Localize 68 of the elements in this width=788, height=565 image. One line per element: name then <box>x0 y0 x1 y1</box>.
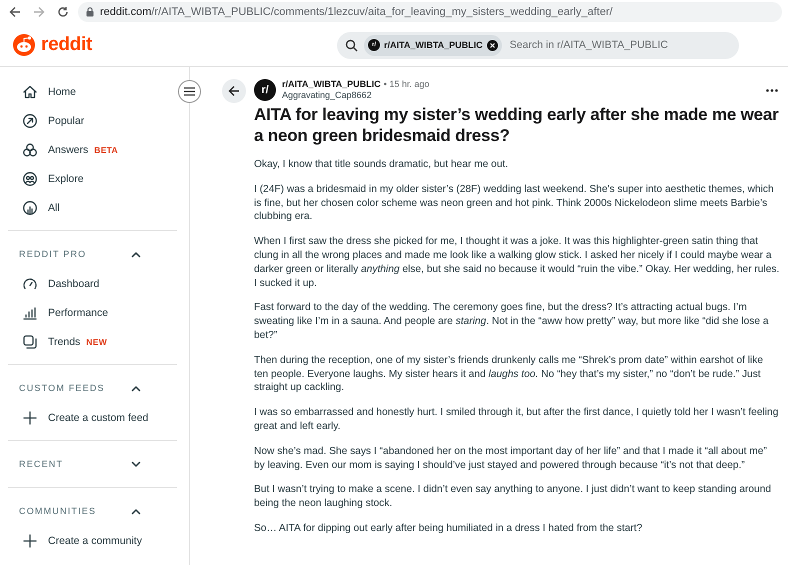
sidebar-item-label: All <box>48 202 60 214</box>
sidebar-item[interactable]: Create a community <box>8 526 177 555</box>
author-name[interactable]: Aggravating_Cap8662 <box>282 90 760 101</box>
sidebar-item[interactable]: Explore <box>8 164 177 193</box>
sidebar-item[interactable]: Trends NEW <box>8 327 177 356</box>
post-paragraph: I was so embarrassed and honestly hurt. I smiled through it, but after the first dance, I quietly told her I wasn’t feeling great and left early. <box>254 406 780 434</box>
sidebar-item-label: Explore <box>48 172 84 184</box>
close-icon <box>486 40 498 50</box>
url-text: reddit.com/r/AITA_WIBTA_PUBLIC/comments/1lezcuv/aita_for_leaving_my_sisters_wedding_early_after/ <box>100 6 613 18</box>
post-paragraph: I (24F) was a bridesmaid in my older sister’s (28F) wedding last weekend. She's super into aesthetic themes, which is fine, but her chosen color scheme was neon green and hot pink. Think 2000s Nickelodeon slime meets Barbie’s clubbing era. <box>254 182 775 224</box>
post-paragraph: Now she’s mad. She says I “abandoned her on the most important day of her life” and that I made it “all about me” by leaving. Even our mom is saying I should’ve just stayed and powered through because “it’s not that deep.” <box>254 444 768 472</box>
sidebar-item[interactable]: Dashboard <box>8 269 177 298</box>
post-paragraph: When I first saw the dress she picked for me, I thought it was a joke. It was this highlighter-green satin thing that clung in all the wrong places and made me look like a walking glow stick. I asked her nicely if I could maybe wear a darker green or literally anything else, but she said no because it would “ruin the vibe.” Okay. Her wedding, her rules. I sucked it up. <box>254 235 780 290</box>
home-icon <box>22 84 38 100</box>
chevron-up-icon <box>131 384 141 392</box>
arrow-circle-icon <box>22 112 38 128</box>
section-header[interactable]: RECENT <box>8 449 177 479</box>
sidebar-item-label: Popular <box>48 114 84 126</box>
answers-icon <box>22 142 38 158</box>
menu-icon <box>184 87 195 96</box>
forward-arrow-icon <box>33 6 45 18</box>
sidebar-item-label: Performance <box>48 306 108 318</box>
chevron-down-icon <box>131 460 141 468</box>
gauge-icon <box>22 276 38 292</box>
sidebar-item-label: Dashboard <box>48 278 100 290</box>
back-arrow-icon <box>228 85 240 97</box>
sidebar-item[interactable]: Performance <box>8 298 177 327</box>
stacked-squares-icon <box>22 334 38 350</box>
sidebar-item[interactable]: Home <box>8 77 177 106</box>
chart-circle-icon <box>22 200 38 216</box>
sidebar-item[interactable]: Popular <box>8 106 177 135</box>
chevron-up-icon <box>131 508 141 514</box>
post-paragraph: But I wasn’t trying to make a scene. I didn’t even say anything to anyone. I just didn’t want to keep standing around being the neon laughing stock. <box>254 483 772 511</box>
lock-icon <box>86 7 94 17</box>
post-paragraph: Fast forward to the day of the wedding. The ceremony goes fine, but the dress? It’s attracting actual bugs. I’m sweating like I’m in a sauna. And people are staring. Not in the “aww how pretty” way, but more like “did she lose a bet?” <box>254 301 770 343</box>
back-arrow-icon <box>9 6 21 18</box>
reddit-logo-icon <box>12 33 36 57</box>
more-icon <box>766 88 778 92</box>
post-title: AITA for leaving my sister’s wedding early after she made me wear a neon green bridesmaid dress? <box>254 104 780 146</box>
sidebar-item-label: Answers BETA <box>48 144 118 156</box>
menu-button[interactable] <box>178 80 201 103</box>
bar-chart-icon <box>22 304 38 320</box>
address-bar[interactable]: reddit.com/r/AITA_WIBTA_PUBLIC/comments/1lezcuv/aita_for_leaving_my_sisters_wedding_early_after/ <box>78 2 782 22</box>
search-icon <box>345 38 358 52</box>
post-paragraph: Okay, I know that title sounds dramatic, but hear me out. <box>254 158 510 172</box>
badge-label: NEW <box>86 336 108 346</box>
sidebar-item-label: Trends NEW <box>48 336 108 348</box>
sidebar-item[interactable]: Create a custom feed <box>8 403 177 432</box>
back-button[interactable] <box>222 79 246 103</box>
post-meta: r/AITA_WIBTA_PUBLIC • 15 hr. ago <box>282 79 430 90</box>
chevron-up-icon <box>131 250 141 258</box>
people-circle-icon <box>22 170 38 186</box>
sidebar-item[interactable]: All <box>8 193 177 222</box>
section-header[interactable]: COMMUNITIES <box>8 496 177 526</box>
sidebar-item-label: Create a community <box>48 534 142 546</box>
plus-icon <box>22 532 38 548</box>
section-header[interactable]: REDDIT PRO <box>8 239 177 269</box>
post-paragraph: So… AITA for dipping out early after being humiliated in a dress I hated from the start? <box>254 522 644 536</box>
sidebar-item-label: Create a custom feed <box>48 412 148 424</box>
section-header[interactable]: CUSTOM FEEDS <box>8 373 177 403</box>
plus-icon <box>22 410 38 426</box>
reload-icon <box>57 6 69 18</box>
logo-wordmark: reddit <box>41 34 92 56</box>
sidebar-item-label: Home <box>48 86 76 98</box>
sidebar-item[interactable]: Answers BETA <box>8 135 177 164</box>
post-paragraph: Then during the reception, one of my sister’s friends drunkenly calls me “Shrek’s prom date” within earshot of like ten people. Everyone laughs. My sister hears it and laughs too. No “hey that’s my sister,” no “don’t be rude.” Just straight up cackling. <box>254 354 764 396</box>
badge-label: BETA <box>94 144 118 154</box>
subreddit-avatar: r/ <box>254 79 276 101</box>
